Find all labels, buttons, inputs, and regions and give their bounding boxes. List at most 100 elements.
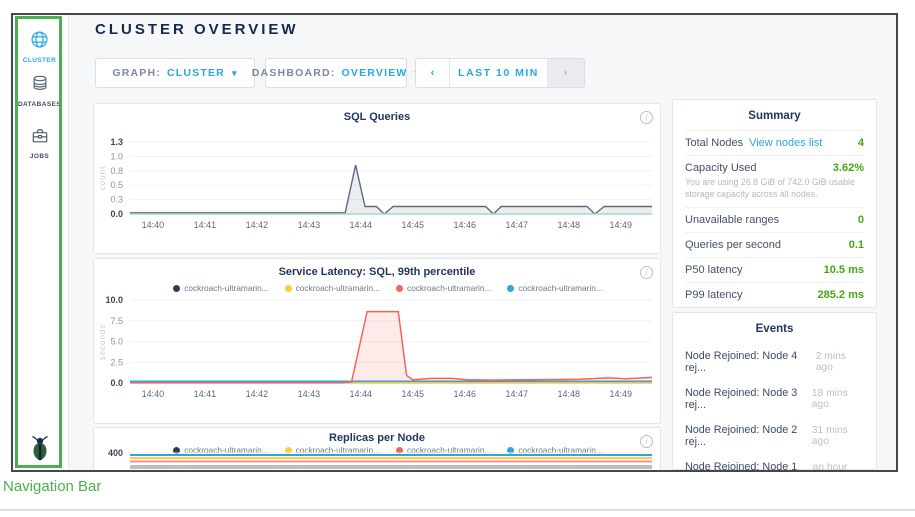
svg-text:0.3: 0.3 xyxy=(110,195,123,205)
globe-icon xyxy=(29,29,50,50)
graph-dropdown[interactable]: GRAPH: CLUSTER ▾ xyxy=(95,58,255,88)
sidebar-item-cluster[interactable]: CLUSTER xyxy=(13,29,66,64)
info-icon[interactable]: i xyxy=(640,111,653,124)
svg-text:400: 400 xyxy=(108,448,123,458)
info-icon[interactable]: i xyxy=(640,266,653,279)
svg-text:14:48: 14:48 xyxy=(558,389,581,399)
sidebar-item-label: CLUSTER xyxy=(13,57,66,64)
summary-label: P50 latency xyxy=(685,264,742,276)
event-row[interactable]: Node Rejoined: Node 2 rej... 31 mins ago xyxy=(685,417,864,454)
annotation-label: Navigation Bar xyxy=(3,478,101,495)
sidebar-item-label: DATABASES xyxy=(13,101,66,108)
summary-title: Summary xyxy=(673,100,876,130)
time-range-widget: ‹ LAST 10 MIN › xyxy=(415,58,585,88)
summary-row-p50: P50 latency 10.5 ms xyxy=(685,257,864,282)
svg-text:14:42: 14:42 xyxy=(246,220,269,230)
time-range-value[interactable]: LAST 10 MIN xyxy=(450,59,547,87)
svg-text:14:46: 14:46 xyxy=(454,220,477,230)
summary-label: P99 latency xyxy=(685,289,742,301)
sidebar-item-label: JOBS xyxy=(13,153,66,160)
svg-text:0.5: 0.5 xyxy=(110,180,123,190)
database-icon xyxy=(30,73,50,94)
service-latency-chart: 0.02.55.07.510.014:4014:4114:4214:4314:4… xyxy=(96,293,656,405)
dashboard-dropdown[interactable]: DASHBOARD: OVERVIEW ▾ xyxy=(265,58,407,88)
sidebar-item-jobs[interactable]: JOBS xyxy=(13,126,66,160)
svg-text:0.0: 0.0 xyxy=(110,209,123,219)
svg-text:count: count xyxy=(98,166,107,191)
chart-title: Service Latency: SQL, 99th percentile xyxy=(94,266,660,278)
svg-text:2.5: 2.5 xyxy=(110,357,123,367)
svg-text:14:42: 14:42 xyxy=(246,389,269,399)
screenshot-stage: CLUSTER DATABASES JOB xyxy=(0,0,915,517)
summary-label: Queries per second xyxy=(685,239,781,251)
navigation-sidebar: CLUSTER DATABASES JOB xyxy=(13,15,69,470)
svg-text:14:47: 14:47 xyxy=(506,220,529,230)
event-label: Node Rejoined: Node 1 rej... xyxy=(685,461,813,473)
event-time: 31 mins ago xyxy=(812,425,864,447)
event-time: 2 mins ago xyxy=(816,351,864,373)
summary-label: Total Nodes xyxy=(685,137,743,149)
summary-row-capacity: Capacity Used 3.62% You are using 26.8 G… xyxy=(685,155,864,207)
summary-value: 285.2 ms xyxy=(818,289,864,301)
series-dot-icon xyxy=(396,285,403,292)
series-dot-icon xyxy=(173,285,180,292)
series-dot-icon xyxy=(507,285,514,292)
sql-queries-card: SQL Queries i 0.00.30.50.81.01.314:4014:… xyxy=(93,103,661,254)
summary-value: 4 xyxy=(858,137,864,149)
summary-value: 0 xyxy=(858,214,864,226)
event-time: an hour ago xyxy=(813,462,864,473)
svg-text:14:49: 14:49 xyxy=(610,220,633,230)
legend-item: cockroach-ultramarin... xyxy=(396,283,491,293)
replicas-per-node-card: Replicas per Node i cockroach-ultramarin… xyxy=(93,427,661,472)
event-row[interactable]: Node Rejoined: Node 4 rej... 2 mins ago xyxy=(685,343,864,380)
svg-text:14:41: 14:41 xyxy=(194,220,217,230)
capacity-note: You are using 26.8 GiB of 742.0 GiB usab… xyxy=(685,177,864,201)
chart-legend: cockroach-ultramarin... cockroach-ultram… xyxy=(124,283,652,293)
summary-label: Capacity Used xyxy=(685,162,757,174)
graph-dropdown-label: GRAPH: xyxy=(112,67,161,79)
event-row[interactable]: Node Rejoined: Node 1 rej... an hour ago xyxy=(685,454,864,472)
chart-title: SQL Queries xyxy=(94,111,660,123)
event-label: Node Rejoined: Node 3 rej... xyxy=(685,387,812,411)
chevron-down-icon: ▾ xyxy=(232,68,238,79)
svg-text:10.0: 10.0 xyxy=(105,295,123,305)
view-nodes-list-link[interactable]: View nodes list xyxy=(749,137,822,149)
svg-text:7.5: 7.5 xyxy=(110,316,123,326)
legend-item: cockroach-ultramarin... xyxy=(285,283,380,293)
legend-item: cockroach-ultramarin... xyxy=(173,283,268,293)
events-panel: Events Node Rejoined: Node 4 rej... 2 mi… xyxy=(672,312,877,470)
summary-value: 10.5 ms xyxy=(824,264,864,276)
svg-text:0.0: 0.0 xyxy=(110,378,123,388)
briefcase-icon xyxy=(30,126,50,146)
svg-text:14:49: 14:49 xyxy=(610,389,633,399)
graph-dropdown-value: CLUSTER xyxy=(167,67,225,79)
svg-text:1.3: 1.3 xyxy=(110,137,123,147)
summary-label: Unavailable ranges xyxy=(685,214,779,226)
event-label: Node Rejoined: Node 2 rej... xyxy=(685,424,812,448)
time-next-button[interactable]: › xyxy=(547,59,584,87)
event-row[interactable]: Node Rejoined: Node 3 rej... 18 mins ago xyxy=(685,380,864,417)
time-prev-button[interactable]: ‹ xyxy=(416,59,450,87)
legend-item: cockroach-ultramarin... xyxy=(507,283,602,293)
summary-panel: Summary Total Nodes View nodes list 4 Cap… xyxy=(672,99,877,308)
sidebar-item-databases[interactable]: DATABASES xyxy=(13,73,66,108)
event-time: 18 mins ago xyxy=(812,388,864,410)
sql-queries-chart: 0.00.30.50.81.01.314:4014:4114:4214:4314… xyxy=(96,128,656,234)
svg-text:0.8: 0.8 xyxy=(110,166,123,176)
event-label: Node Rejoined: Node 4 rej... xyxy=(685,350,816,374)
dashboard-dropdown-value: OVERVIEW xyxy=(342,67,408,79)
summary-row-qps: Queries per second 0.1 xyxy=(685,232,864,257)
svg-text:seconds: seconds xyxy=(98,324,107,361)
summary-value: 3.62% xyxy=(833,162,864,174)
summary-row-unavailable-ranges: Unavailable ranges 0 xyxy=(685,207,864,232)
svg-text:5.0: 5.0 xyxy=(110,337,123,347)
cockroachdb-logo[interactable] xyxy=(13,434,66,467)
svg-text:14:44: 14:44 xyxy=(350,389,373,399)
summary-row-total-nodes: Total Nodes View nodes list 4 xyxy=(685,130,864,155)
svg-text:14:41: 14:41 xyxy=(194,389,217,399)
replicas-per-node-chart: 400 xyxy=(96,448,656,472)
svg-text:14:40: 14:40 xyxy=(142,220,165,230)
series-dot-icon xyxy=(285,285,292,292)
page-divider xyxy=(0,509,915,511)
svg-text:14:44: 14:44 xyxy=(350,220,373,230)
